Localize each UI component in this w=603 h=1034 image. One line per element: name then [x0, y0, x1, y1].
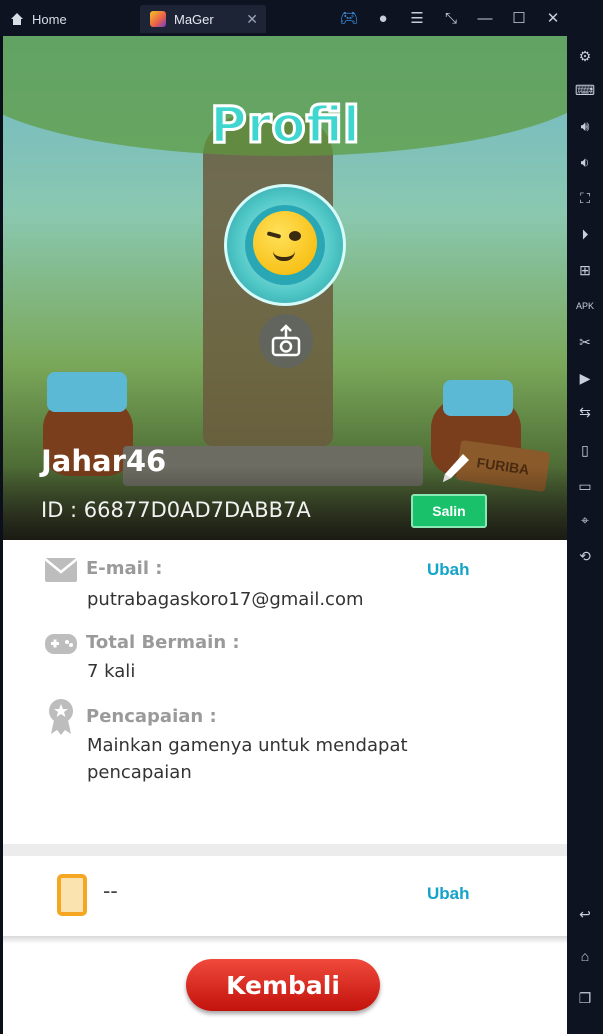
achievement-label: Pencapaian :	[86, 706, 217, 727]
sync-icon[interactable]: ⇆	[575, 402, 595, 422]
right-gems	[443, 380, 513, 416]
home-icon	[11, 13, 23, 25]
phone-row: -- Ubah	[3, 856, 567, 936]
shrink-icon[interactable]: ⤡	[441, 8, 461, 28]
emoji-face-icon	[253, 211, 317, 275]
profile-header: FURIBA Profil Jahar46 ID : 66877D0AD7DAB…	[3, 36, 567, 540]
game-screen: FURIBA Profil Jahar46 ID : 66877D0AD7DAB…	[3, 36, 567, 1034]
emulator-sidebar: ⚙ ⌨ 🔊︎ 🔉︎ ⛶ ⏵ ⊞ APK ✂ ▶ ⇆ ▯ ▭ ⌖ ⟲ ↩ ⌂ ❐	[567, 0, 603, 1034]
home-tab-label: Home	[32, 11, 67, 27]
close-window-icon[interactable]: ✕	[543, 8, 563, 28]
change-email-link[interactable]: Ubah	[427, 560, 470, 580]
upload-photo-button[interactable]	[259, 314, 313, 368]
medal-icon	[43, 698, 79, 736]
camera-upload-icon	[271, 324, 301, 357]
app-tab-label: MaGer	[174, 11, 214, 27]
rotate-icon[interactable]: ⟲	[575, 546, 595, 566]
keyboard-icon[interactable]: ⌨	[575, 80, 595, 100]
username: Jahar46	[41, 444, 167, 478]
menu-icon[interactable]: ☰	[407, 8, 427, 28]
minimize-icon[interactable]: —	[475, 8, 495, 28]
maximize-icon[interactable]: ☐	[509, 8, 529, 28]
gamepad-icon[interactable]: 🎮︎	[339, 8, 359, 28]
shake-icon[interactable]: ▯	[575, 440, 595, 460]
close-tab-icon[interactable]: ✕	[246, 11, 258, 28]
volume-up-icon[interactable]: 🔊︎	[575, 116, 595, 136]
settings-icon[interactable]: ⚙	[575, 46, 595, 66]
email-value: putrabagaskoro17@gmail.com	[87, 589, 364, 610]
emulator-top-bar: Home MaGer ✕ 🎮︎ ● ☰ ⤡ — ☐ ✕ «	[0, 0, 603, 36]
app-tab[interactable]: MaGer ✕	[140, 5, 266, 33]
folder-icon[interactable]: ▭	[575, 476, 595, 496]
scissors-icon[interactable]: ✂	[575, 332, 595, 352]
page-title: Profil	[209, 95, 362, 156]
user-id: ID : 66877D0AD7DABB7A	[41, 498, 311, 522]
back-button[interactable]: Kembali	[186, 959, 380, 1011]
bottom-shade	[3, 936, 567, 944]
apk-icon[interactable]: APK	[575, 296, 595, 316]
total-plays-label: Total Bermain :	[86, 632, 240, 653]
fullscreen-icon[interactable]: ⛶	[575, 188, 595, 208]
left-gems	[47, 372, 127, 412]
video-icon[interactable]: ▶	[575, 368, 595, 388]
email-label: E-mail :	[86, 558, 163, 579]
mail-icon	[43, 554, 79, 586]
phone-icon	[57, 874, 87, 916]
recents-nav-icon[interactable]: ❐	[575, 988, 595, 1008]
pencil-icon[interactable]	[435, 448, 475, 488]
app-icon	[150, 11, 166, 27]
back-nav-icon[interactable]: ↩	[575, 904, 595, 924]
home-tab[interactable]: Home	[10, 8, 67, 30]
phone-value: --	[103, 878, 118, 903]
section-divider	[3, 844, 567, 856]
location-icon[interactable]: ⌖	[575, 510, 595, 530]
copy-id-button[interactable]: Salin	[411, 494, 487, 528]
home-nav-icon[interactable]: ⌂	[575, 946, 595, 966]
account-icon[interactable]: ●	[373, 8, 393, 28]
total-plays-value: 7 kali	[87, 661, 136, 682]
avatar[interactable]	[224, 184, 346, 306]
volume-down-icon[interactable]: 🔉︎	[575, 152, 595, 172]
record-icon[interactable]: ⏵	[575, 224, 595, 244]
change-phone-link[interactable]: Ubah	[427, 884, 470, 904]
achievement-value: Mainkan gamenya untuk mendapat pencapaia…	[87, 735, 408, 783]
gamepad-stat-icon	[43, 628, 79, 660]
add-window-icon[interactable]: ⊞	[575, 260, 595, 280]
window-controls: 🎮︎ ● ☰ ⤡ — ☐ ✕	[339, 0, 563, 36]
